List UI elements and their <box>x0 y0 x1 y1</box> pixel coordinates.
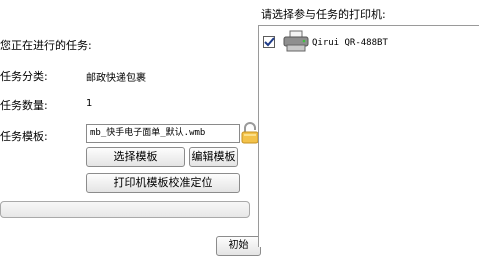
category-value: 邮政快递包裹 <box>86 73 146 84</box>
calibrate-printer-button[interactable]: 打印机模板校准定位 <box>86 173 240 193</box>
template-field[interactable]: mb_快手电子面单_默认.wmb <box>86 124 240 143</box>
select-template-button[interactable]: 选择模板 <box>86 147 185 167</box>
task-heading: 您正在进行的任务: <box>0 39 92 52</box>
template-label: 任务模板: <box>0 130 48 143</box>
printer-list: Qirui QR-488BT <box>258 25 479 247</box>
lock-icon[interactable] <box>240 122 260 144</box>
quantity-value: 1 <box>86 98 93 109</box>
quantity-label: 任务数量: <box>0 99 48 112</box>
edit-template-button[interactable]: 编辑模板 <box>189 147 238 167</box>
printer-icon <box>283 29 309 53</box>
bottom-action-button[interactable]: 初始 <box>216 236 261 256</box>
category-label: 任务分类: <box>0 70 48 83</box>
progress-bar <box>0 201 250 218</box>
printer-name: Qirui QR-488BT <box>312 38 388 48</box>
printer-checkbox[interactable] <box>263 36 275 48</box>
printer-list-item[interactable]: Qirui QR-488BT <box>259 26 478 56</box>
printer-heading: 请选择参与任务的打印机: <box>261 8 386 21</box>
